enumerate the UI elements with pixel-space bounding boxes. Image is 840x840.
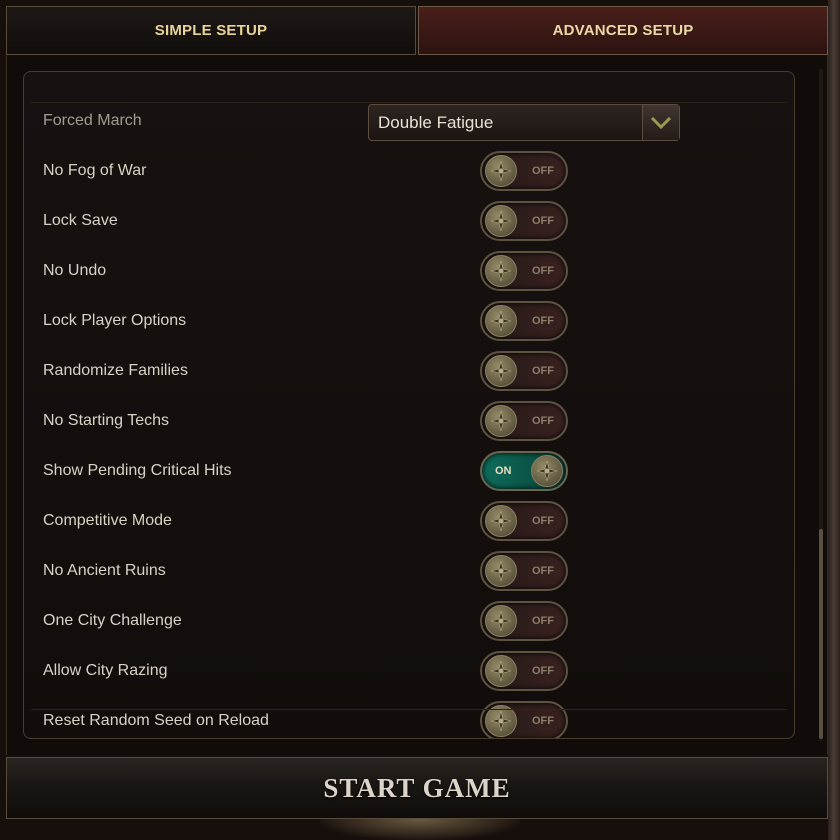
toggle-reset-random-seed-on-reload[interactable]: OFF [480,701,568,738]
toggle-no-fog-of-war[interactable]: OFF [480,151,568,191]
option-label: Show Pending Critical Hits [43,462,232,479]
option-row-randomize-families: Randomize Families OFF [24,346,794,396]
compass-rose-icon [485,305,517,337]
option-label: Allow City Razing [43,662,168,679]
toggle-no-starting-techs[interactable]: OFF [480,401,568,441]
option-label: No Fog of War [43,162,147,179]
option-row-reset-random-seed-on-reload: Reset Random Seed on Reload OFF [24,696,794,738]
option-label: Lock Save [43,212,118,229]
compass-rose-icon [485,205,517,237]
forced-march-dropdown[interactable]: Double Fatigue [368,104,680,141]
start-game-button[interactable]: START GAME [6,757,828,819]
start-game-label: START GAME [323,772,511,803]
scrollbar[interactable] [819,69,823,741]
compass-rose-icon [485,255,517,287]
option-label: Reset Random Seed on Reload [43,712,269,729]
toggle-lock-save[interactable]: OFF [480,201,568,241]
setup-tabs: SIMPLE SETUP ADVANCED SETUP [6,6,828,55]
option-row-no-fog-of-war: No Fog of War OFF [24,146,794,196]
toggle-one-city-challenge[interactable]: OFF [480,601,568,641]
toggle-randomize-families[interactable]: OFF [480,351,568,391]
compass-rose-icon [485,605,517,637]
toggle-allow-city-razing[interactable]: OFF [480,651,568,691]
toggle-competitive-mode[interactable]: OFF [480,501,568,541]
advanced-options-panel: Forced March Double Fatigue No Fog of Wa… [6,55,828,755]
toggle-no-ancient-ruins[interactable]: OFF [480,551,568,591]
toggle-state: OFF [532,215,554,227]
forced-march-label: Forced March [43,112,142,129]
option-row-no-undo: No Undo OFF [24,246,794,296]
option-label: No Starting Techs [43,412,169,429]
option-row-allow-city-razing: Allow City Razing OFF [24,646,794,696]
toggle-lock-player-options[interactable]: OFF [480,301,568,341]
toggle-state: OFF [532,565,554,577]
compass-rose-icon [485,155,517,187]
compass-rose-icon [485,505,517,537]
option-row-no-starting-techs: No Starting Techs OFF [24,396,794,446]
option-label: Lock Player Options [43,312,187,329]
compass-rose-icon [485,355,517,387]
tab-simple-setup[interactable]: SIMPLE SETUP [6,6,416,55]
option-row-lock-player-options: Lock Player Options OFF [24,296,794,346]
background-edge [828,0,840,840]
toggle-state: OFF [532,315,554,327]
compass-rose-icon [485,405,517,437]
chevron-down-icon[interactable] [642,105,679,140]
toggle-state: ON [495,465,512,477]
option-label: One City Challenge [43,612,182,629]
toggle-no-undo[interactable]: OFF [480,251,568,291]
forced-march-value: Double Fatigue [378,113,494,132]
option-label: Randomize Families [43,362,188,379]
option-label: Competitive Mode [43,512,172,529]
toggle-state: OFF [532,615,554,627]
forced-march-row: Forced March Double Fatigue [24,96,794,146]
toggle-show-pending-critical-hits[interactable]: ON [480,451,568,491]
option-row-one-city-challenge: One City Challenge OFF [24,596,794,646]
tab-advanced-setup[interactable]: ADVANCED SETUP [418,6,828,55]
toggle-state: OFF [532,515,554,527]
compass-rose-icon [485,555,517,587]
toggle-state: OFF [532,415,554,427]
toggle-state: OFF [532,265,554,277]
toggle-state: OFF [532,365,554,377]
option-label: No Undo [43,262,107,279]
compass-rose-icon [485,655,517,687]
options-list: Forced March Double Fatigue No Fog of Wa… [23,71,795,739]
ornament [320,819,520,840]
option-row-competitive-mode: Competitive Mode OFF [24,496,794,546]
divider [31,709,787,710]
scrollbar-thumb[interactable] [819,529,823,739]
option-label: No Ancient Ruins [43,562,166,579]
option-row-show-pending-critical-hits: Show Pending Critical Hits ON [24,446,794,496]
toggle-state: OFF [532,165,554,177]
compass-rose-icon [531,455,563,487]
option-row-no-ancient-ruins: No Ancient Ruins OFF [24,546,794,596]
option-row-lock-save: Lock Save OFF [24,196,794,246]
toggle-state: OFF [532,665,554,677]
